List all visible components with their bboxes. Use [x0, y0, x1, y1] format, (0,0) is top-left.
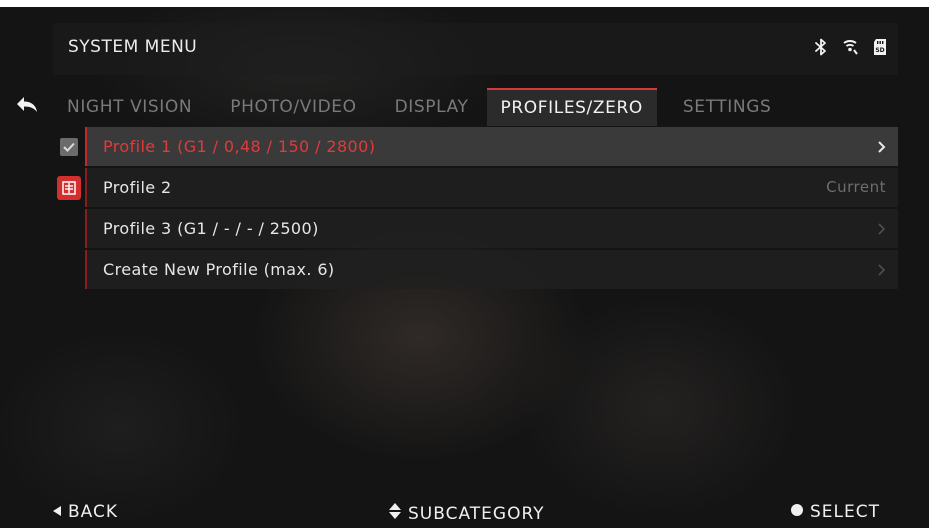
status-icons: SD — [814, 38, 888, 56]
tab-display[interactable]: DISPLAY — [381, 88, 483, 126]
list-item-profile-2[interactable]: Profile 2 Current — [53, 168, 898, 207]
triangle-left-icon — [52, 502, 62, 522]
chevron-right-icon — [876, 221, 886, 240]
profile-badge-icon — [57, 175, 81, 200]
svg-text:SD: SD — [875, 47, 884, 54]
page-title: SYSTEM MENU — [68, 37, 198, 57]
wifi-icon — [840, 38, 860, 56]
circle-icon — [790, 502, 804, 522]
profile-list: Profile 1 (G1 / 0,48 / 150 / 2800) Profi… — [53, 127, 898, 291]
back-button[interactable]: BACK — [52, 502, 118, 522]
select-label: SELECT — [810, 502, 880, 522]
up-down-icon — [388, 502, 402, 525]
tab-profiles-zero[interactable]: PROFILES/ZERO — [486, 88, 657, 126]
check-icon — [60, 137, 78, 156]
back-arrow-icon[interactable] — [14, 94, 40, 118]
list-item-profile-1[interactable]: Profile 1 (G1 / 0,48 / 150 / 2800) — [53, 127, 898, 166]
subcategory-hint: SUBCATEGORY — [388, 502, 545, 525]
header-bar: SYSTEM MENU SD — [53, 23, 898, 75]
chevron-right-icon — [876, 139, 886, 158]
tab-bar: NIGHT VISION PHOTO/VIDEO DISPLAY PROFILE… — [53, 88, 898, 126]
list-item-profile-3[interactable]: Profile 3 (G1 / - / - / 2500) — [53, 209, 898, 248]
profile-label: Profile 3 (G1 / - / - / 2500) — [103, 219, 319, 238]
profile-label: Profile 1 (G1 / 0,48 / 150 / 2800) — [103, 137, 376, 156]
list-item-create-profile[interactable]: Create New Profile (max. 6) — [53, 250, 898, 289]
tab-photo-video[interactable]: PHOTO/VIDEO — [216, 88, 370, 126]
current-status: Current — [826, 178, 886, 196]
profile-label: Create New Profile (max. 6) — [103, 260, 335, 279]
bluetooth-icon — [814, 38, 828, 56]
chevron-right-icon — [876, 262, 886, 281]
tab-settings[interactable]: SETTINGS — [669, 88, 786, 126]
device-screen: SYSTEM MENU SD NIGHT VISION PHOTO/VIDEO … — [0, 7, 929, 528]
profile-label: Profile 2 — [103, 178, 172, 197]
select-button[interactable]: SELECT — [790, 502, 880, 522]
back-label: BACK — [68, 502, 119, 522]
footer-bar: BACK SUBCATEGORY SELECT — [0, 496, 929, 528]
subcategory-label: SUBCATEGORY — [408, 503, 545, 524]
sd-card-icon: SD — [872, 38, 888, 56]
tab-night-vision[interactable]: NIGHT VISION — [53, 88, 206, 126]
